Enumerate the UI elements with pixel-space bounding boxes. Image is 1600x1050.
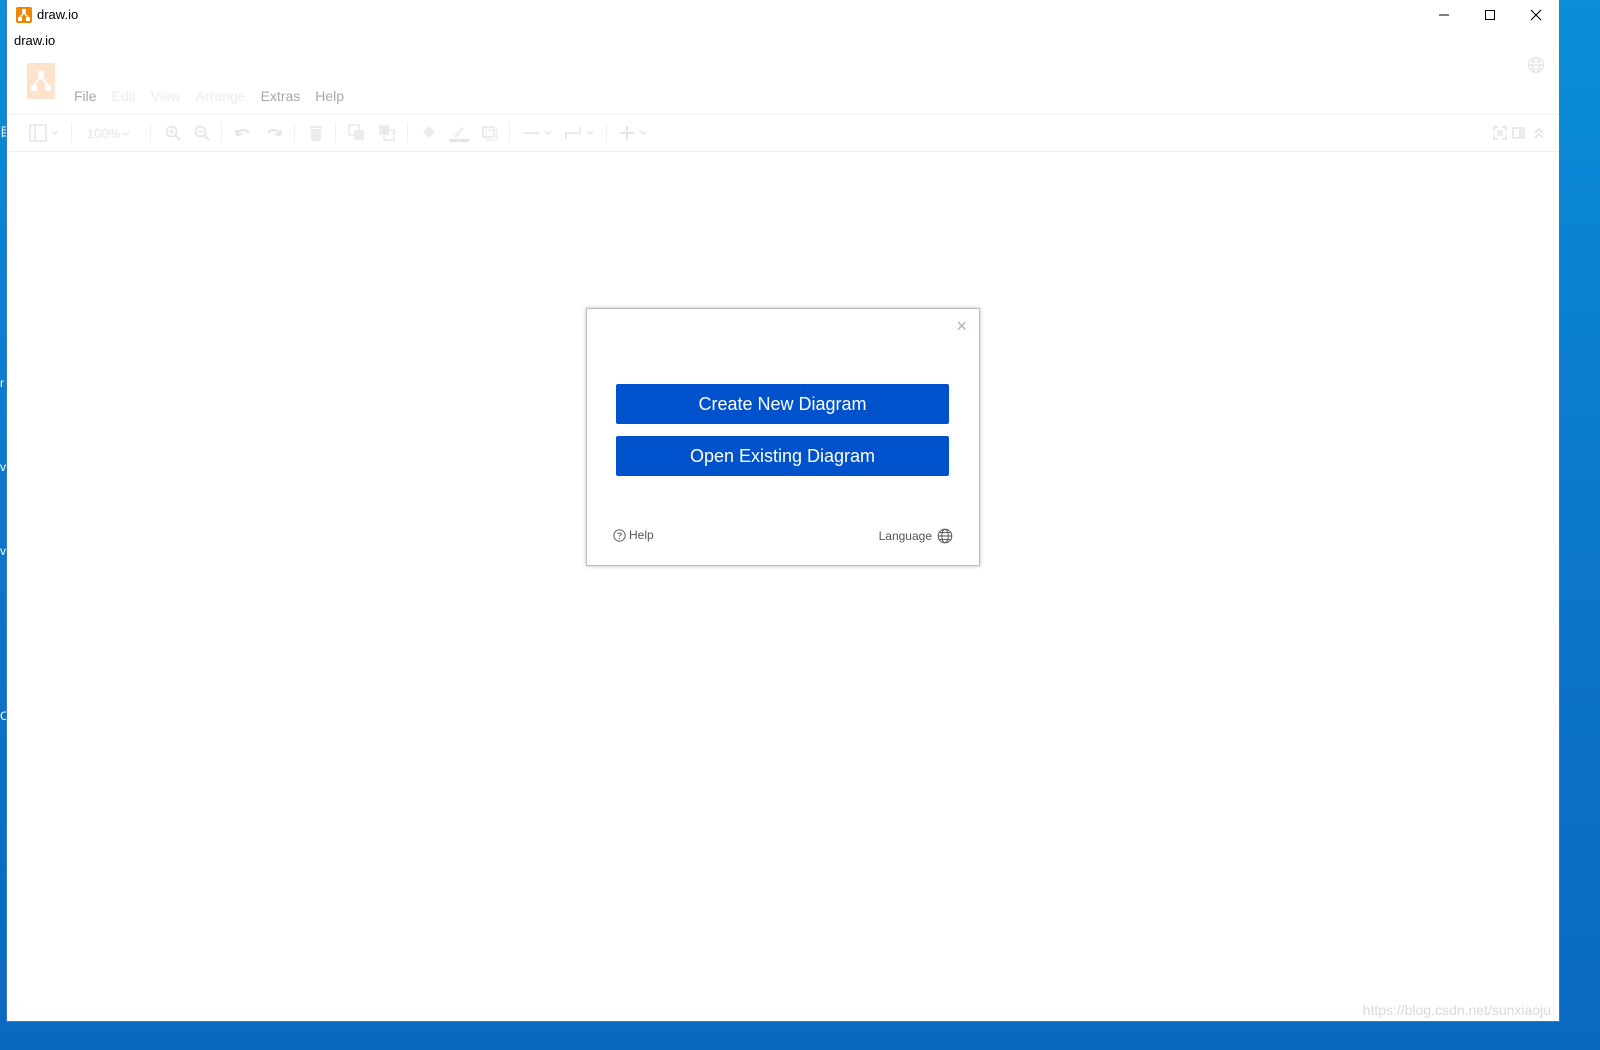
open-existing-diagram-button[interactable]: Open Existing Diagram [616,436,949,476]
language-globe-icon[interactable] [1527,56,1545,79]
line-style-icon [523,130,552,135]
help-label: Help [629,528,654,542]
help-link[interactable]: Help [613,528,654,542]
electron-menubar: draw.io [7,30,1559,52]
menu-file[interactable]: File [74,88,105,104]
fill-bucket-icon [423,126,435,138]
pencil-icon [449,127,469,142]
zoom-out-icon [194,125,210,141]
format-panel-button[interactable] [1512,124,1526,142]
chevron-down-icon [122,131,130,136]
to-back-icon [379,125,395,141]
shadow-icon [482,126,498,141]
shadow-button[interactable] [481,124,499,142]
language-link[interactable]: Language [879,528,953,544]
fullscreen-button[interactable] [1493,124,1507,142]
to-front-button[interactable] [348,124,366,142]
zoom-out-button[interactable] [193,124,211,142]
redo-button[interactable] [265,124,283,142]
close-window-button[interactable] [1513,0,1559,30]
fill-color-button[interactable] [420,124,438,142]
panel-icon [29,124,59,142]
menu-edit[interactable]: Edit [112,88,144,104]
menu-extras[interactable]: Extras [261,88,309,104]
diagram-canvas[interactable]: https://blog.csdn.net/sunxiaoju [7,152,1559,1021]
zoom-dropdown[interactable]: 100% [87,124,132,142]
undo-button[interactable] [234,124,252,142]
zoom-value: 100% [87,125,121,141]
plus-icon [620,126,647,140]
drawio-app-logo-icon [27,63,55,99]
toolbar: 100% [7,115,1559,152]
line-color-button[interactable] [448,124,470,142]
window-title: draw.io [37,7,79,22]
drawio-logo-icon [16,7,32,23]
drawio-header: File Edit View Arrange Extras Help [7,52,1559,115]
trash-icon [310,126,322,141]
chevron-double-up-icon [1534,127,1544,139]
dialog-close-button[interactable]: × [956,317,967,335]
delete-button[interactable] [307,124,325,142]
waypoint-icon [565,127,594,139]
connection-style-dropdown[interactable] [522,124,552,142]
minimize-icon [1439,14,1449,16]
to-front-icon [348,124,364,140]
fullscreen-icon [1493,126,1507,140]
side-panel-icon [1512,127,1525,139]
zoom-in-icon [165,125,181,141]
watermark: https://blog.csdn.net/sunxiaoju [1362,1002,1551,1018]
to-back-button[interactable] [378,124,396,142]
zoom-in-button[interactable] [164,124,182,142]
menu-arrange[interactable]: Arrange [196,88,254,104]
collapse-toolbar-button[interactable] [1532,124,1546,142]
format-panel-toggle[interactable] [29,124,59,142]
menu-view[interactable]: View [151,88,189,104]
insert-dropdown[interactable] [619,124,649,142]
splash-dialog: × Create New Diagram Open Existing Diagr… [586,308,980,566]
globe-icon [937,528,953,544]
maximize-button[interactable] [1467,0,1513,30]
language-label: Language [878,529,932,543]
minimize-button[interactable] [1421,0,1467,30]
title-bar[interactable]: draw.io [7,0,1559,30]
undo-icon [235,129,250,137]
waypoints-dropdown[interactable] [564,124,594,142]
close-icon [1530,9,1542,21]
menu-help[interactable]: Help [315,88,352,104]
main-menu: File Edit View Arrange Extras Help [74,88,359,104]
help-circle-icon [613,528,626,542]
app-window: draw.io draw.io File Edit View Arrange E… [7,0,1559,1021]
redo-icon [267,129,282,137]
app-menu-label[interactable]: draw.io [14,33,55,48]
create-new-diagram-button[interactable]: Create New Diagram [616,384,949,424]
maximize-icon [1485,10,1495,20]
